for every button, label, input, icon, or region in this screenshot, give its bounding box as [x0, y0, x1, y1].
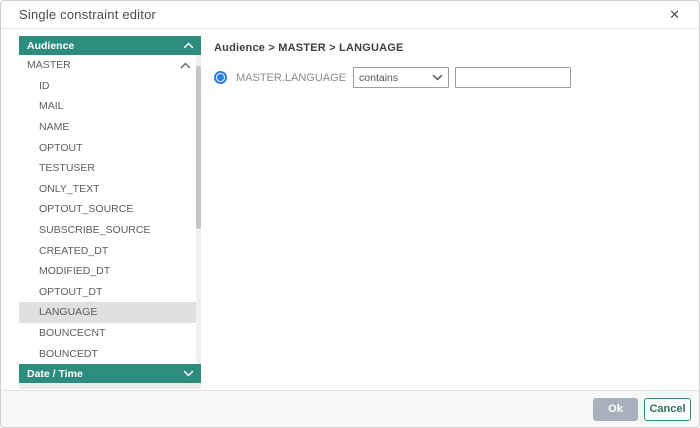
constraint-value-input[interactable]	[455, 67, 571, 88]
group-header-audience-label: Audience	[27, 40, 74, 52]
field-item[interactable]: OPTOUT_DT	[19, 282, 201, 303]
chevron-up-icon	[183, 42, 194, 49]
constraint-row: MASTER.LANGUAGE contains	[214, 67, 699, 88]
scrollbar-track[interactable]	[196, 55, 201, 364]
operator-select[interactable]: contains	[353, 67, 449, 88]
field-item[interactable]: OPTOUT_SOURCE	[19, 199, 201, 220]
partially-visible-group	[19, 383, 201, 389]
field-item[interactable]: ID	[19, 76, 201, 97]
group-header-date-time[interactable]: Date / Time	[19, 364, 201, 383]
field-item-label: TESTUSER	[39, 162, 95, 174]
field-item[interactable]: MASTER	[19, 55, 201, 76]
dialog-title: Single constraint editor	[19, 7, 156, 22]
scrollbar-thumb[interactable]	[196, 66, 201, 229]
field-item[interactable]: CREATED_DT	[19, 240, 201, 261]
constraint-field-label: MASTER.LANGUAGE	[236, 72, 346, 84]
field-item-label: ONLY_TEXT	[39, 183, 100, 195]
field-item-label: NAME	[39, 121, 69, 133]
chevron-down-icon	[183, 370, 194, 377]
field-item[interactable]: TESTUSER	[19, 158, 201, 179]
field-item-label: MAIL	[39, 100, 64, 112]
field-item-label: OPTOUT_DT	[39, 286, 102, 298]
field-item-label: MODIFIED_DT	[39, 265, 110, 277]
field-item-label: OPTOUT	[39, 142, 83, 154]
constraint-editor-area: Audience > MASTER > LANGUAGE MASTER.LANG…	[214, 36, 699, 389]
field-item[interactable]: NAME	[19, 117, 201, 138]
single-constraint-editor-dialog: Single constraint editor ✕ Audience MAST…	[0, 0, 700, 428]
field-item-label: BOUNCEDT	[39, 348, 98, 360]
field-item[interactable]: OPTOUT	[19, 137, 201, 158]
dialog-footer: Ok Cancel	[1, 390, 699, 427]
field-item[interactable]: SUBSCRIBE_SOURCE	[19, 220, 201, 241]
field-item-label: LANGUAGE	[39, 306, 97, 318]
field-item-label: MASTER	[27, 59, 71, 71]
breadcrumb: Audience > MASTER > LANGUAGE	[214, 42, 699, 54]
field-item[interactable]: MODIFIED_DT	[19, 261, 201, 282]
field-item[interactable]: LANGUAGE	[19, 302, 201, 323]
chevron-down-icon	[432, 74, 443, 81]
chevron-up-icon[interactable]	[180, 62, 191, 69]
field-item-label: ID	[39, 80, 50, 92]
dialog-header: Single constraint editor ✕	[1, 1, 699, 29]
field-item[interactable]: MAIL	[19, 96, 201, 117]
operator-select-value: contains	[359, 72, 398, 84]
field-item-label: CREATED_DT	[39, 245, 108, 257]
field-item[interactable]: ONLY_TEXT	[19, 179, 201, 200]
field-tree-panel: Audience MASTER ID MAIL NAME OPTOUT TEST…	[19, 36, 201, 389]
constraint-radio[interactable]	[214, 71, 227, 84]
group-header-date-time-label: Date / Time	[27, 368, 83, 380]
close-icon[interactable]: ✕	[666, 6, 683, 23]
group-header-audience[interactable]: Audience	[19, 36, 201, 55]
ok-button[interactable]: Ok	[593, 398, 638, 421]
field-item[interactable]: BOUNCEDT	[19, 343, 201, 364]
field-item-label: SUBSCRIBE_SOURCE	[39, 224, 150, 236]
cancel-button[interactable]: Cancel	[644, 398, 691, 421]
field-item-label: OPTOUT_SOURCE	[39, 203, 133, 215]
field-item[interactable]: BOUNCECNT	[19, 323, 201, 344]
field-list: MASTER ID MAIL NAME OPTOUT TESTUSER ONLY…	[19, 55, 201, 364]
field-item-label: BOUNCECNT	[39, 327, 106, 339]
